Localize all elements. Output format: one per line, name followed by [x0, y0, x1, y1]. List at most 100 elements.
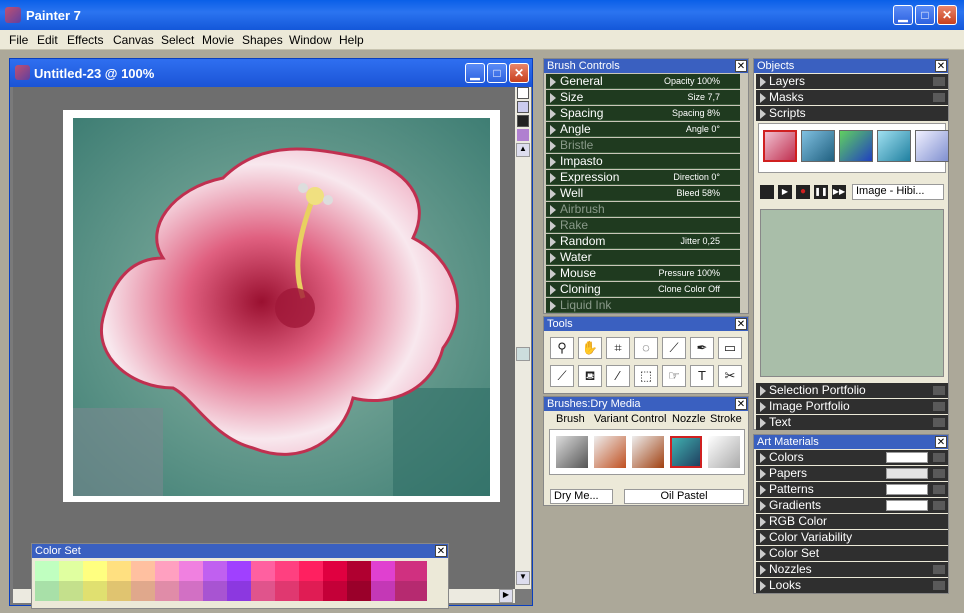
pen-tool-icon[interactable]: ✒ — [690, 337, 714, 359]
brush-control-airbrush[interactable]: Airbrush — [546, 202, 740, 217]
brush-control-well[interactable]: Well Bleed 58% — [546, 186, 740, 201]
paper-color-swatch[interactable] — [517, 87, 529, 99]
art-patterns-row[interactable]: Patterns — [756, 482, 948, 497]
scroll-right-icon[interactable]: ▶ — [499, 589, 513, 603]
canvas-area[interactable] — [13, 87, 515, 603]
brush-control-general[interactable]: General Opacity 100% — [546, 74, 740, 89]
close-button[interactable]: ✕ — [937, 5, 957, 25]
oil-brush-icon[interactable] — [632, 436, 664, 468]
script-thumb-3[interactable] — [839, 130, 873, 162]
magnifier-tool-icon[interactable]: ⚲ — [550, 337, 574, 359]
doc-minimize-button[interactable]: ▁ — [465, 63, 485, 83]
art-looks-row[interactable]: Looks — [756, 578, 948, 593]
tab-stroke[interactable]: Stroke — [710, 413, 742, 425]
crop-tool-icon[interactable]: ⌗ — [606, 337, 630, 359]
scroll-thumb[interactable] — [516, 347, 530, 361]
scissors-tool-icon[interactable]: ✂ — [718, 365, 742, 387]
minimize-button[interactable]: ▁ — [893, 5, 913, 25]
menu-canvas[interactable]: Canvas — [113, 33, 154, 47]
dropper-tool-icon[interactable]: ⁄ — [606, 365, 630, 387]
tab-brush[interactable]: Brush — [556, 413, 585, 425]
brush-controls-close-icon[interactable]: ✕ — [735, 60, 747, 72]
script-list-area[interactable] — [760, 209, 944, 377]
art-colors-row[interactable]: Colors — [756, 450, 948, 465]
minimize-section-icon[interactable] — [933, 469, 945, 478]
canvas-paper[interactable] — [63, 110, 500, 502]
objects-image-portfolio-row[interactable]: Image Portfolio — [756, 399, 948, 414]
objects-scripts-row[interactable]: Scripts — [756, 106, 948, 121]
text-tool-icon[interactable]: T — [690, 365, 714, 387]
art-papers-row[interactable]: Papers — [756, 466, 948, 481]
brush-control-mouse[interactable]: Mouse Pressure 100% — [546, 266, 740, 281]
hibiscus-painting[interactable] — [73, 118, 490, 496]
minimize-section-icon[interactable] — [933, 565, 945, 574]
script-step-icon[interactable]: ▶▶ — [832, 185, 846, 199]
menu-edit[interactable]: Edit — [37, 33, 58, 47]
palette-knife-brush-icon[interactable] — [594, 436, 626, 468]
brush-control-liquid-ink[interactable]: Liquid Ink — [546, 298, 740, 313]
minimize-section-icon[interactable] — [933, 485, 945, 494]
menu-movie[interactable]: Movie — [202, 33, 234, 47]
menu-shapes[interactable]: Shapes — [242, 33, 283, 47]
drawing-mode-icon[interactable] — [517, 115, 529, 127]
brush-category-select[interactable]: Dry Me... — [550, 489, 613, 504]
art-gradients-row[interactable]: Gradients — [756, 498, 948, 513]
tools-close-icon[interactable]: ✕ — [735, 318, 747, 330]
script-name-field[interactable]: Image - Hibi... — [852, 184, 944, 200]
minimize-section-icon[interactable] — [933, 418, 945, 427]
art-color-variability-row[interactable]: Color Variability — [756, 530, 948, 545]
minimize-section-icon[interactable] — [933, 386, 945, 395]
maximize-button[interactable]: □ — [915, 5, 935, 25]
brush-control-angle[interactable]: Angle Angle 0° — [546, 122, 740, 137]
art-color-set-row[interactable]: Color Set — [756, 546, 948, 561]
scroll-up-icon[interactable]: ▲ — [516, 143, 530, 157]
brush-control-water[interactable]: Water — [546, 250, 740, 265]
grid-toggle-icon[interactable] — [517, 101, 529, 113]
menu-window[interactable]: Window — [289, 33, 332, 47]
script-thumb-4[interactable] — [877, 130, 911, 162]
doc-close-button[interactable]: ✕ — [509, 63, 529, 83]
brush-control-cloning[interactable]: Cloning Clone Color Off — [546, 282, 740, 297]
art-rgb-color-row[interactable]: RGB Color — [756, 514, 948, 529]
color-set-close-icon[interactable]: ✕ — [435, 545, 447, 557]
tab-control[interactable]: Control — [631, 413, 666, 425]
dry-media-brush-icon[interactable] — [670, 436, 702, 468]
menu-effects[interactable]: Effects — [67, 33, 103, 47]
dropper-brush-tool-icon[interactable]: ⟋ — [550, 365, 574, 387]
brush-control-impasto[interactable]: Impasto — [546, 154, 740, 169]
script-thumb-2[interactable] — [801, 130, 835, 162]
doc-maximize-button[interactable]: □ — [487, 63, 507, 83]
menu-help[interactable]: Help — [339, 33, 364, 47]
brush-control-random[interactable]: Random Jitter 0,25 — [546, 234, 740, 249]
brush-control-rake[interactable]: Rake — [546, 218, 740, 233]
menu-select[interactable]: Select — [161, 33, 194, 47]
minimize-section-icon[interactable] — [933, 93, 945, 102]
tab-variant[interactable]: Variant — [594, 413, 628, 425]
script-play-icon[interactable]: ▶ — [778, 185, 792, 199]
grabber-tool-icon[interactable]: ✋ — [578, 337, 602, 359]
script-record-icon[interactable]: ● — [796, 185, 810, 199]
brush-tool-icon[interactable]: ⟋ — [662, 337, 686, 359]
objects-masks-row[interactable]: Masks — [756, 90, 948, 105]
objects-close-icon[interactable]: ✕ — [935, 60, 947, 72]
art-nozzles-row[interactable]: Nozzles — [756, 562, 948, 577]
layer-adjuster-tool-icon[interactable]: ☞ — [662, 365, 686, 387]
scroll-down-icon[interactable]: ▼ — [516, 571, 530, 585]
liquid-brush-icon[interactable] — [708, 436, 740, 468]
brushes-close-icon[interactable]: ✕ — [735, 398, 747, 410]
tab-nozzle[interactable]: Nozzle — [672, 413, 706, 425]
brush-control-size[interactable]: Size Size 7,7 — [546, 90, 740, 105]
art-materials-close-icon[interactable]: ✕ — [935, 436, 947, 448]
objects-text-row[interactable]: Text — [756, 415, 948, 430]
rectangle-tool-icon[interactable]: ▭ — [718, 337, 742, 359]
script-stop-icon[interactable] — [760, 185, 774, 199]
brush-control-expression[interactable]: Expression Direction 0° — [546, 170, 740, 185]
objects-selection-portfolio-row[interactable]: Selection Portfolio — [756, 383, 948, 398]
rect-select-tool-icon[interactable]: ⬚ — [634, 365, 658, 387]
minimize-section-icon[interactable] — [933, 77, 945, 86]
minimize-section-icon[interactable] — [933, 501, 945, 510]
script-pause-icon[interactable]: ❚❚ — [814, 185, 828, 199]
menu-file[interactable]: File — [9, 33, 28, 47]
lasso-tool-icon[interactable]: ◌ — [634, 337, 658, 359]
script-thumb-5[interactable] — [915, 130, 949, 162]
